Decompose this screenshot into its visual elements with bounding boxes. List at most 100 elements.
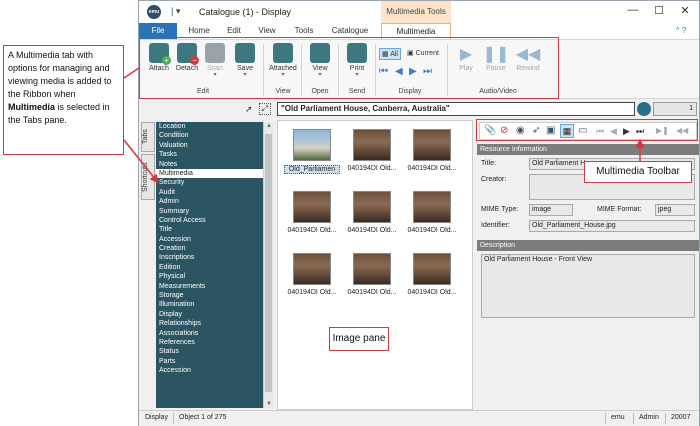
status-version: 20007: [671, 414, 691, 421]
record-bar: ➚ ⤢ "Old Parliament House, Canberra, Aus…: [139, 100, 699, 120]
image-pane-callout: Image pane: [329, 327, 389, 351]
tab-list-item[interactable]: Illumination: [156, 300, 263, 309]
side-tab-shortcuts[interactable]: Shortcuts: [141, 154, 155, 200]
tab-list-item[interactable]: Accession: [156, 235, 263, 244]
tab-list-item[interactable]: Measurements: [156, 282, 263, 291]
creator-label: Creator:: [481, 176, 507, 183]
pin-icon[interactable]: ➚: [245, 104, 253, 115]
window-title: Catalogue (1) - Display: [199, 7, 292, 17]
thumbnail-image: [413, 253, 451, 285]
tab-list-item[interactable]: Location: [156, 122, 263, 131]
status-position: Object 1 of 275: [179, 414, 227, 421]
scroll-up-icon[interactable]: ▲: [265, 123, 273, 129]
tab-list-item[interactable]: Notes: [156, 160, 263, 169]
quick-access-toolbar[interactable]: | ▾: [171, 6, 180, 17]
thumbnail-caption: 040194DI Old...: [287, 227, 337, 234]
tab-list-item[interactable]: Tasks: [156, 150, 263, 159]
tab-list-item[interactable]: Admin: [156, 197, 263, 206]
close-icon[interactable]: ✕: [675, 4, 695, 17]
record-count: 1: [653, 102, 697, 116]
media-thumbnail[interactable]: 040194DI Old...: [344, 129, 400, 172]
media-thumbnail[interactable]: 040194DI Old...: [404, 129, 460, 172]
media-thumbnail[interactable]: 040194DI Old...: [404, 253, 460, 296]
contextual-tab-header: Multimedia Tools: [381, 1, 451, 23]
thumbnail-caption: 040194DI Old...: [407, 289, 457, 296]
tabs-scrollbar[interactable]: ▲ ▼: [263, 122, 273, 408]
resource-info-header: Resource Information: [477, 144, 699, 155]
media-thumbnail[interactable]: 040194DI Old...: [344, 253, 400, 296]
title-bar: emu | ▾ Catalogue (1) - Display Multimed…: [139, 1, 699, 23]
side-tab-tabs[interactable]: Tabs: [141, 122, 155, 152]
tabs-list: Location Condition Valuation Tasks Notes Mult…: [156, 122, 263, 408]
help-icon[interactable]: ^ ?: [667, 23, 695, 39]
app-logo-icon[interactable]: emu: [147, 5, 161, 19]
callout-text-intro: A Multimedia tab with options for managi…: [8, 50, 112, 99]
tab-list-item[interactable]: Accession: [156, 366, 263, 375]
tab-list-item[interactable]: Control Access: [156, 216, 263, 225]
description-header: Description: [477, 240, 699, 251]
tab-list-item[interactable]: Title: [156, 225, 263, 234]
status-divider: [605, 413, 606, 424]
media-thumbnail[interactable]: 040194DI Old...: [344, 191, 400, 234]
tab-list-item[interactable]: Relationships: [156, 319, 263, 328]
thumbnail-image: [293, 253, 331, 285]
toolbar-callout: Multimedia Toolbar: [584, 161, 692, 183]
thumbnail-caption: 040194DI Old...: [407, 227, 457, 234]
tab-list-item[interactable]: Valuation: [156, 141, 263, 150]
tab-list-item[interactable]: Physical: [156, 272, 263, 281]
tab-list-item[interactable]: Associations: [156, 329, 263, 338]
thumbnail-image: [353, 191, 391, 223]
scroll-down-icon[interactable]: ▼: [265, 401, 273, 407]
mime-type-field: image: [529, 204, 573, 216]
tab-list-item[interactable]: Inscriptions: [156, 253, 263, 262]
tabs-pane: Tabs Shortcuts Location Condition Valuatio…: [139, 120, 275, 410]
status-module: emu: [611, 414, 625, 421]
tab-list-item[interactable]: Creation: [156, 244, 263, 253]
tab-list-item[interactable]: Condition: [156, 131, 263, 140]
thumbnail-caption: 040194DI Old...: [347, 227, 397, 234]
mime-format-label: MIME Format:: [597, 206, 642, 213]
image-pane: Old_Parliamen 040194DI Old... 040194DI Old…: [277, 120, 473, 410]
toolbar-highlight-box: [476, 119, 698, 141]
thumbnail-caption: 040194DI Old...: [347, 289, 397, 296]
status-mode: Display: [145, 414, 168, 421]
tab-list-item[interactable]: Security: [156, 178, 263, 187]
thumbnail-caption: 040194DI Old...: [347, 165, 397, 172]
tab-list-item[interactable]: Storage: [156, 291, 263, 300]
multimedia-tab-callout: A Multimedia tab with options for managi…: [3, 45, 124, 155]
media-thumbnail[interactable]: 040194DI Old...: [284, 253, 340, 296]
thumbnail-image: [353, 129, 391, 161]
scroll-thumb[interactable]: [265, 134, 272, 392]
mime-type-label: MIME Type:: [481, 206, 519, 213]
thumbnail-image: [413, 129, 451, 161]
title-label: Title:: [481, 160, 496, 167]
media-thumbnail[interactable]: Old_Parliamen: [284, 129, 340, 174]
thumbnail-caption: 040194DI Old...: [407, 165, 457, 172]
expand-icon[interactable]: ⤢: [259, 103, 271, 115]
mime-format-field: jpeg: [655, 204, 695, 216]
thumbnail-image: [353, 253, 391, 285]
tab-list-item[interactable]: Summary: [156, 207, 263, 216]
tab-list-item[interactable]: Edition: [156, 263, 263, 272]
callout-text-bold: Multimedia: [8, 102, 56, 112]
description-field: Old Parliament House - Front View: [481, 254, 695, 318]
media-thumbnail[interactable]: 040194DI Old...: [404, 191, 460, 234]
thumbnail-caption: 040194DI Old...: [287, 289, 337, 296]
maximize-icon[interactable]: ☐: [649, 4, 669, 17]
minimize-icon[interactable]: —: [623, 4, 643, 16]
status-divider: [173, 413, 174, 424]
connector-line-ribbon: [123, 67, 140, 79]
identifier-label: Identifier:: [481, 222, 510, 229]
status-divider: [633, 413, 634, 424]
tab-list-item[interactable]: References: [156, 338, 263, 347]
tab-list-item[interactable]: Parts: [156, 357, 263, 366]
thumbnail-image: [293, 191, 331, 223]
tab-list-item[interactable]: Audit: [156, 188, 263, 197]
globe-icon[interactable]: [637, 102, 651, 116]
status-bar: Display Object 1 of 275 emu Admin 20007: [139, 410, 699, 426]
tab-list-item[interactable]: Multimedia: [156, 168, 263, 179]
media-thumbnail[interactable]: 040194DI Old...: [284, 191, 340, 234]
tab-list-item[interactable]: Display: [156, 310, 263, 319]
status-divider: [665, 413, 666, 424]
tab-list-item[interactable]: Status: [156, 347, 263, 356]
